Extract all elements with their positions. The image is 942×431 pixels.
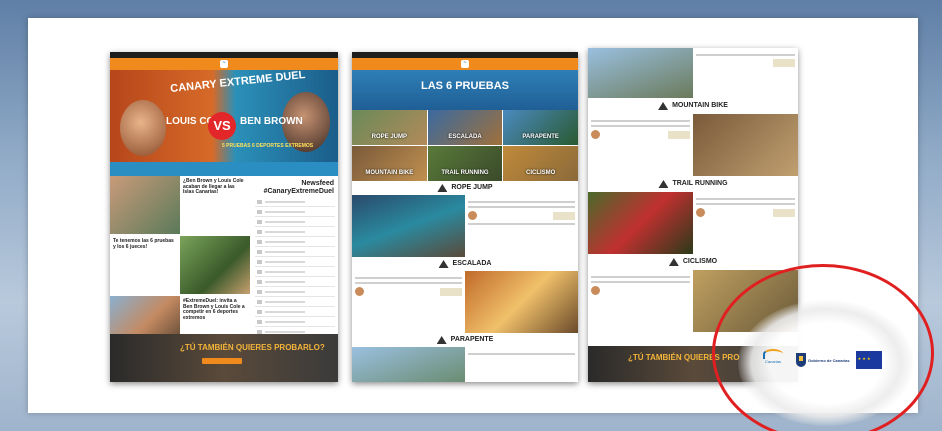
article-card[interactable]: Te tenemos las 6 pruebas y los 6 jueces! [110, 236, 250, 294]
cta-text: ¿TÚ TAMBIÉN QUIERES PROBARLO? [180, 343, 325, 352]
section-photo [693, 114, 798, 176]
tile-label: MOUNTAIN BIKE [365, 170, 414, 177]
judge-row [355, 287, 462, 296]
feed-item[interactable] [255, 207, 335, 218]
section-heading: MOUNTAIN BIKE [588, 98, 798, 114]
cta-button[interactable] [202, 358, 242, 364]
mountain-icon [658, 102, 669, 110]
mountain-icon [437, 184, 448, 192]
section-heading: ROPE JUMP [352, 181, 578, 195]
article-photo [180, 236, 250, 294]
article-title: ¿Ben Brown y Louis Cole acaban de llegar… [183, 178, 244, 195]
article-card[interactable]: ¿Ben Brown y Louis Cole acaban de llegar… [110, 176, 250, 234]
section-photo [352, 195, 465, 257]
tests-hero: LAS 6 PRUEBAS [352, 70, 578, 110]
tile-mountain-bike[interactable]: MOUNTAIN BIKE [352, 146, 427, 181]
tile-label: ESCALADA [448, 134, 482, 141]
feed-item[interactable] [255, 247, 335, 258]
section-heading: PARAPENTE [352, 333, 578, 347]
tile-parapente[interactable]: PARAPENTE [503, 110, 578, 145]
section-info [588, 114, 693, 176]
feed-item[interactable] [255, 237, 335, 248]
mountain-icon [436, 336, 447, 344]
brand-bar: ~ [352, 58, 578, 70]
section-parapente [352, 347, 578, 382]
person-photo-left [120, 100, 166, 156]
section-heading: CICLISMO [588, 254, 798, 270]
mockup-tests-page: ~ LAS 6 PRUEBAS ROPE JUMP ESCALADA PARAP… [352, 52, 578, 382]
red-highlight-circle [712, 264, 934, 431]
feed-item[interactable] [255, 277, 335, 288]
map-thumbnail [773, 208, 795, 217]
article-title: Te tenemos las 6 pruebas y los 6 jueces! [113, 238, 174, 250]
feed-item[interactable] [255, 197, 335, 208]
feed-item[interactable] [255, 257, 335, 268]
blue-divider [110, 162, 338, 176]
section-photo [588, 192, 693, 254]
top-nav-bar [110, 52, 338, 58]
top-nav-bar [352, 52, 578, 58]
section-info [588, 270, 693, 332]
tests-title: LAS 6 PRUEBAS [420, 80, 510, 92]
section-trail-running [588, 192, 798, 254]
vs-badge: VS [208, 112, 236, 140]
article-photo [110, 176, 180, 234]
section-escalada [352, 271, 578, 333]
tile-escalada[interactable]: ESCALADA [427, 110, 503, 145]
tile-label: PARAPENTE [522, 134, 559, 141]
hero-subtitle: 5 PRUEBAS 6 DEPORTES EXTREMOS [222, 143, 314, 149]
feed-item[interactable] [255, 297, 335, 308]
mountain-icon [438, 260, 449, 268]
mockup-home-page: ~ CANARY EXTREME DUEL LOUIS COLE VS BEN … [110, 52, 338, 382]
hero-title: CANARY EXTREME DUEL [169, 68, 306, 96]
feed-item[interactable] [255, 217, 335, 228]
feed-item[interactable] [255, 287, 335, 298]
section-heading: TRAIL RUNNING [588, 176, 798, 192]
section-mountain-bike [588, 114, 798, 176]
avatar [696, 208, 705, 217]
map-thumbnail [773, 59, 795, 67]
feed-item[interactable] [255, 317, 335, 328]
section-info [693, 48, 798, 98]
newsfeed-title: Newsfeed #CanaryExtremeDuel [263, 180, 334, 195]
avatar [591, 286, 600, 295]
section-heading: ESCALADA [352, 257, 578, 271]
tile-trail-running[interactable]: TRAIL RUNNING [427, 146, 503, 181]
map-thumbnail [668, 130, 690, 139]
avatar [355, 287, 364, 296]
feed-item[interactable] [255, 307, 335, 318]
avatar [468, 211, 477, 220]
hero-banner: CANARY EXTREME DUEL LOUIS COLE VS BEN BR… [110, 68, 338, 162]
tile-rope-jump[interactable]: ROPE JUMP [352, 110, 427, 145]
section-rope-jump [352, 195, 578, 257]
cta-banner: ¿TÚ TAMBIÉN QUIERES PROBARLO? [110, 334, 338, 382]
section-photo [465, 271, 578, 333]
tile-label: TRAIL RUNNING [441, 170, 489, 177]
tests-grid: ROPE JUMP ESCALADA PARAPENTE MOUNTAIN BI… [352, 110, 578, 181]
mountain-icon [668, 258, 679, 266]
tile-ciclismo[interactable]: CICLISMO [503, 146, 578, 181]
section-info [693, 192, 798, 254]
newsfeed: Newsfeed #CanaryExtremeDuel [252, 176, 338, 338]
mountain-icon [658, 180, 669, 188]
tile-label: CICLISMO [525, 170, 556, 177]
tile-label: ROPE JUMP [371, 134, 407, 141]
player-name-2: BEN BROWN [240, 116, 303, 127]
brand-logo: ~ [460, 60, 470, 68]
feed-item[interactable] [255, 267, 335, 278]
brand-logo: ~ [219, 60, 229, 68]
section-photo [352, 347, 465, 382]
article-cards: ¿Ben Brown y Louis Cole acaban de llegar… [110, 176, 250, 356]
section-photo [588, 48, 693, 98]
feed-item[interactable] [255, 227, 335, 238]
section-info [465, 195, 578, 257]
section-info [465, 347, 578, 382]
map-thumbnail [553, 211, 575, 220]
judge-row [468, 211, 575, 220]
section-top [588, 48, 798, 98]
map-thumbnail [440, 287, 462, 296]
avatar [591, 130, 600, 139]
section-info [352, 271, 465, 333]
